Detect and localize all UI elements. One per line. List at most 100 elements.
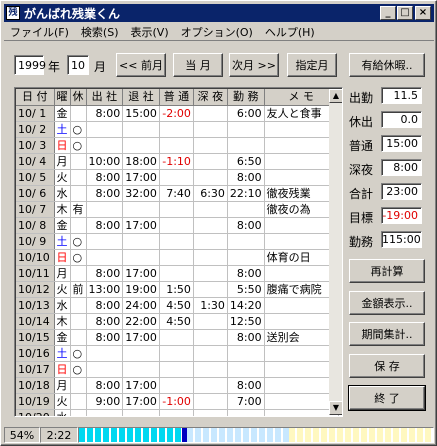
table-row[interactable]: 10/14 木 8:00 22:00 4:50 12:50 bbox=[16, 313, 339, 330]
cell-normal[interactable] bbox=[159, 345, 194, 362]
table-row[interactable]: 10/17 日 ○ bbox=[16, 361, 339, 378]
select-month-button[interactable]: 指定月 bbox=[287, 53, 337, 77]
cell-dow[interactable]: 土 bbox=[54, 121, 71, 138]
cell-dow[interactable]: 木 bbox=[54, 201, 71, 218]
cell-out[interactable]: 32:00 bbox=[122, 185, 160, 202]
cell-night[interactable]: 1:30 bbox=[193, 297, 228, 314]
table-row[interactable]: 10/19 火 9:00 17:00 -1:00 7:00 bbox=[16, 393, 339, 410]
cell-normal[interactable] bbox=[159, 137, 194, 154]
cell-dow[interactable]: 日 bbox=[54, 249, 71, 266]
cell-in[interactable]: 13:00 bbox=[86, 281, 124, 298]
cell-memo[interactable] bbox=[264, 121, 339, 138]
cell-dow[interactable]: 土 bbox=[54, 233, 71, 250]
cell-normal[interactable]: 4:50 bbox=[159, 297, 194, 314]
table-row[interactable]: 10/15 金 8:00 17:00 8:00 送別会 bbox=[16, 329, 339, 346]
cell-memo[interactable] bbox=[264, 153, 339, 170]
cell-dow[interactable]: 月 bbox=[54, 377, 71, 394]
cell-in[interactable] bbox=[86, 121, 124, 138]
table-row[interactable]: 10/11 月 8:00 17:00 8:00 bbox=[16, 265, 339, 282]
cell-night[interactable] bbox=[193, 121, 228, 138]
cell-out[interactable] bbox=[122, 233, 160, 250]
table-row[interactable]: 10/ 7 木有 徹夜の為 bbox=[16, 201, 339, 218]
cell-normal[interactable]: 1:50 bbox=[159, 281, 194, 298]
cell-memo[interactable] bbox=[264, 233, 339, 250]
cell-normal[interactable] bbox=[159, 409, 194, 416]
cell-out[interactable]: 24:00 bbox=[122, 297, 160, 314]
cell-in[interactable]: 10:00 bbox=[86, 153, 124, 170]
cell-in[interactable]: 8:00 bbox=[86, 105, 124, 122]
cell-memo[interactable]: 腹痛で病院 bbox=[264, 281, 339, 298]
cell-in[interactable]: 8:00 bbox=[86, 329, 124, 346]
cell-out[interactable]: 17:00 bbox=[122, 217, 160, 234]
maximize-button[interactable]: □ bbox=[397, 6, 413, 20]
cell-work[interactable]: 8:00 bbox=[227, 217, 265, 234]
cell-out[interactable] bbox=[122, 361, 160, 378]
cell-out[interactable] bbox=[122, 345, 160, 362]
table-row[interactable]: 10/20 水 bbox=[16, 409, 339, 416]
cell-memo[interactable] bbox=[264, 169, 339, 186]
cell-off[interactable]: ○ bbox=[70, 137, 87, 154]
cell-normal[interactable] bbox=[159, 265, 194, 282]
cell-work[interactable]: 6:50 bbox=[227, 153, 265, 170]
cell-memo[interactable] bbox=[264, 409, 339, 416]
year-field[interactable]: 1999 bbox=[14, 55, 46, 75]
month-field[interactable]: 10 bbox=[67, 55, 89, 75]
cell-memo[interactable]: 送別会 bbox=[264, 329, 339, 346]
table-row[interactable]: 10/ 2 土 ○ bbox=[16, 121, 339, 138]
cell-off[interactable] bbox=[70, 265, 87, 282]
current-month-button[interactable]: 当 月 bbox=[173, 53, 223, 77]
cell-night[interactable] bbox=[193, 137, 228, 154]
cell-night[interactable] bbox=[193, 377, 228, 394]
cell-off[interactable]: 有 bbox=[70, 201, 87, 218]
cell-out[interactable]: 18:00 bbox=[122, 153, 160, 170]
cell-work[interactable]: 12:50 bbox=[227, 313, 265, 330]
cell-dow[interactable]: 水 bbox=[54, 409, 71, 416]
cell-work[interactable] bbox=[227, 233, 265, 250]
table-row[interactable]: 10/ 6 水 8:00 32:00 7:40 6:30 22:10 徹夜残業 bbox=[16, 185, 339, 202]
cell-normal[interactable] bbox=[159, 377, 194, 394]
table-row[interactable]: 10/13 水 8:00 24:00 4:50 1:30 14:20 bbox=[16, 297, 339, 314]
scroll-down-icon[interactable]: ▼ bbox=[329, 401, 342, 415]
recalculate-button[interactable]: 再計算 bbox=[349, 259, 425, 283]
cell-memo[interactable] bbox=[264, 313, 339, 330]
cell-work[interactable] bbox=[227, 137, 265, 154]
cell-work[interactable] bbox=[227, 361, 265, 378]
cell-in[interactable]: 8:00 bbox=[86, 265, 124, 282]
cell-memo[interactable]: 友人と食事 bbox=[264, 105, 339, 122]
cell-off[interactable] bbox=[70, 169, 87, 186]
period-summary-button[interactable]: 期間集計.. bbox=[349, 322, 425, 346]
cell-in[interactable] bbox=[86, 345, 124, 362]
cell-out[interactable]: 17:00 bbox=[122, 377, 160, 394]
table-row[interactable]: 10/10 日 ○ 体育の日 bbox=[16, 249, 339, 266]
cell-memo[interactable]: 徹夜残業 bbox=[264, 185, 339, 202]
cell-work[interactable]: 14:20 bbox=[227, 297, 265, 314]
cell-dow[interactable]: 日 bbox=[54, 137, 71, 154]
cell-normal[interactable]: -1:00 bbox=[159, 393, 194, 410]
cell-off[interactable]: ○ bbox=[70, 249, 87, 266]
cell-night[interactable] bbox=[193, 265, 228, 282]
minimize-button[interactable]: _ bbox=[380, 6, 396, 20]
cell-out[interactable]: 15:00 bbox=[122, 105, 160, 122]
cell-off[interactable]: ○ bbox=[70, 233, 87, 250]
cell-normal[interactable] bbox=[159, 361, 194, 378]
cell-out[interactable]: 17:00 bbox=[122, 329, 160, 346]
cell-night[interactable] bbox=[193, 217, 228, 234]
menu-options[interactable]: オプション(O) bbox=[175, 24, 259, 40]
menu-help[interactable]: ヘルプ(H) bbox=[259, 24, 321, 40]
cell-out[interactable] bbox=[122, 249, 160, 266]
cell-normal[interactable]: -2:00 bbox=[159, 105, 194, 122]
menu-search[interactable]: 検索(S) bbox=[75, 24, 125, 40]
table-row[interactable]: 10/ 1 金 8:00 15:00 -2:00 6:00 友人と食事 bbox=[16, 105, 339, 122]
cell-off[interactable]: ○ bbox=[70, 361, 87, 378]
menu-view[interactable]: 表示(V) bbox=[125, 24, 175, 40]
cell-work[interactable]: 22:10 bbox=[227, 185, 265, 202]
cell-off[interactable] bbox=[70, 297, 87, 314]
next-month-button[interactable]: 次月 >> bbox=[229, 53, 279, 77]
cell-off[interactable] bbox=[70, 185, 87, 202]
cell-in[interactable]: 8:00 bbox=[86, 217, 124, 234]
timesheet-grid[interactable]: 日 付 曜 休 出 社 退 社 普 通 深 夜 勤 務 メ モ 10/ 1 金 8:… bbox=[14, 87, 343, 417]
cell-memo[interactable]: 徹夜の為 bbox=[264, 201, 339, 218]
cell-out[interactable]: 19:00 bbox=[122, 281, 160, 298]
cell-night[interactable] bbox=[193, 281, 228, 298]
cell-off[interactable] bbox=[70, 329, 87, 346]
